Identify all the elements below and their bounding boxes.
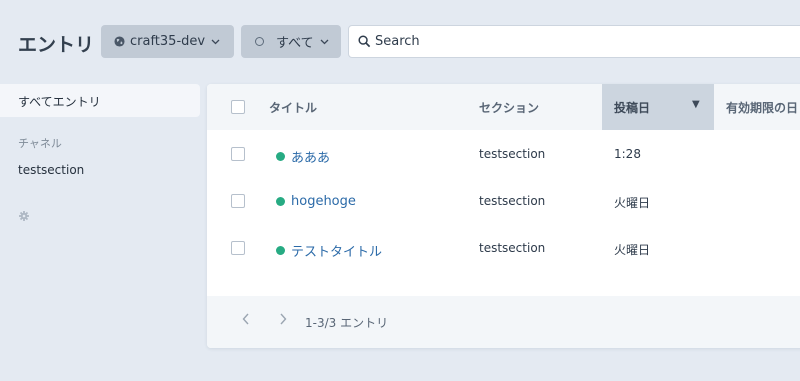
row-checkbox[interactable] [231,147,245,161]
sidebar-item-testsection[interactable]: testsection [18,163,84,177]
select-all-checkbox[interactable] [231,100,245,114]
chevron-down-icon [211,39,220,44]
column-header-section[interactable]: セクション [479,99,539,116]
entry-title-text: テストタイトル [291,245,383,260]
status-filter-label: すべて [276,36,314,51]
chevron-left-icon[interactable] [242,313,250,325]
search-input[interactable] [375,34,775,49]
table-row: hogehoge testsection 火曜日 [207,178,800,225]
entry-title-link[interactable]: あああ [276,147,330,166]
entry-section: testsection [479,241,546,255]
column-header-title[interactable]: タイトル [269,99,317,116]
entry-title-link[interactable]: hogehoge [276,194,356,209]
sort-desc-icon: ▼ [692,99,700,110]
entries-panel: タイトル セクション 投稿日 ▼ 有効期限の日 あああ testsection … [207,84,800,348]
page-title: エントリ [18,34,95,56]
globe-icon [114,36,125,47]
entry-title-link[interactable]: テストタイトル [276,241,382,260]
chevron-right-icon[interactable] [279,313,287,325]
row-checkbox[interactable] [231,194,245,208]
gear-icon[interactable] [18,210,30,222]
status-filter-button[interactable]: すべて [241,25,341,58]
entry-post-date: 火曜日 [614,243,651,257]
pagination-bar: 1-3/3 エントリ [207,296,800,348]
status-ring-icon [255,37,264,46]
table-row: テストタイトル testsection 火曜日 [207,225,800,272]
entry-post-date: 1:28 [614,147,641,161]
pagination-info: 1-3/3 エントリ [305,316,389,330]
entry-section: testsection [479,147,546,161]
row-checkbox[interactable] [231,241,245,255]
site-selector-label: craft35-dev [130,34,206,49]
search-box[interactable] [348,25,800,58]
entry-title-text: hogehoge [291,194,356,209]
entry-title-text: あああ [291,151,331,166]
sidebar-heading-channels: チャネル [18,137,62,150]
status-live-dot [276,246,285,255]
top-bar: エントリ craft35-dev すべて [0,0,800,84]
chevron-down-icon [320,39,329,44]
sidebar-item-all-entries[interactable]: すべてエントリ [0,84,200,117]
column-header-post-date-label: 投稿日 [614,101,651,115]
table-header: タイトル セクション 投稿日 ▼ 有効期限の日 [207,84,800,130]
column-header-expiry-date[interactable]: 有効期限の日 [726,99,798,116]
status-live-dot [276,152,285,161]
table-row: あああ testsection 1:28 [207,131,800,178]
entry-post-date: 火曜日 [614,196,651,210]
status-live-dot [276,197,285,206]
site-selector-button[interactable]: craft35-dev [101,25,234,58]
search-icon [358,35,371,48]
entry-section: testsection [479,194,546,208]
column-header-post-date[interactable]: 投稿日 ▼ [602,84,714,130]
